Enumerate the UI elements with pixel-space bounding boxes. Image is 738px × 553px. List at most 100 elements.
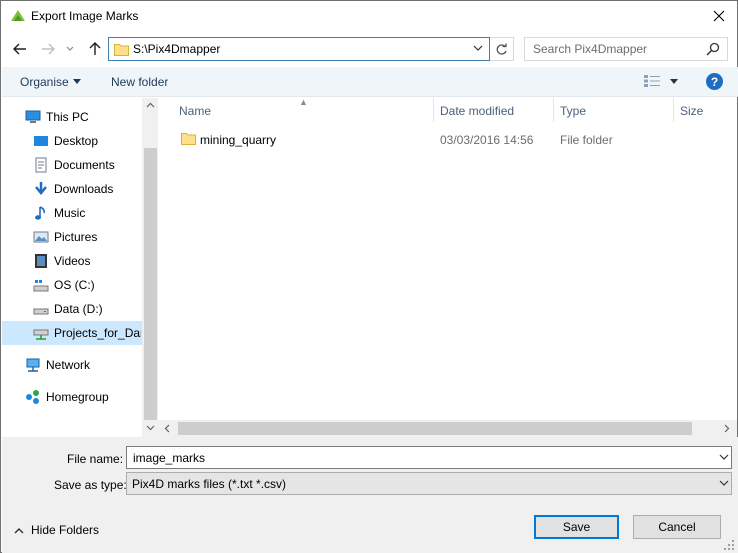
search-icon <box>706 42 720 56</box>
chevron-right-icon[interactable] <box>724 424 730 433</box>
title-bar: Export Image Marks <box>1 1 737 32</box>
address-bar[interactable]: S:\Pix4Dmapper <box>108 37 490 61</box>
chevron-left-icon[interactable] <box>164 424 170 433</box>
refresh-icon <box>496 43 507 55</box>
column-header-size[interactable]: Size <box>680 104 703 118</box>
column-divider[interactable] <box>553 98 554 122</box>
os-drive-icon <box>33 280 49 292</box>
pictures-icon <box>33 231 49 243</box>
nav-item-label: Music <box>54 206 86 220</box>
search-placeholder: Search Pix4Dmapper <box>533 42 648 56</box>
save-button[interactable]: Save <box>534 515 619 539</box>
sort-ascending-icon: ▲ <box>299 97 308 107</box>
chevron-up-icon[interactable] <box>146 102 155 108</box>
forward-button[interactable] <box>38 38 58 60</box>
file-date-modified: 03/03/2016 14:56 <box>440 133 534 147</box>
nav-item-label: Desktop <box>54 134 99 148</box>
column-divider[interactable] <box>433 98 434 122</box>
hide-folders-toggle[interactable]: Hide Folders <box>14 523 99 537</box>
chevron-down-icon <box>66 46 74 51</box>
nav-item-pictures[interactable]: Pictures <box>33 226 97 248</box>
chevron-down-icon[interactable] <box>146 425 155 431</box>
close-button[interactable] <box>701 1 737 31</box>
up-button[interactable] <box>85 38 105 60</box>
nav-item-data-d[interactable]: Data (D:) <box>33 298 103 320</box>
horizontal-scrollbar[interactable] <box>158 420 737 437</box>
refresh-button[interactable] <box>490 37 514 61</box>
nav-scroll-thumb[interactable] <box>144 148 157 420</box>
app-icon <box>11 10 25 21</box>
column-header-name[interactable]: Name <box>179 104 211 118</box>
chevron-down-icon[interactable] <box>719 453 729 461</box>
file-name-label: File name: <box>67 452 124 466</box>
documents-icon <box>35 157 47 173</box>
command-toolbar: Organise New folder ? <box>2 67 738 97</box>
folder-icon <box>181 133 196 145</box>
save-as-type-value: Pix4D marks files (*.txt *.csv) <box>132 477 287 491</box>
column-header-type[interactable]: Type <box>560 104 586 118</box>
nav-item-label: Network <box>46 358 91 372</box>
view-options-icon[interactable] <box>643 74 661 88</box>
chevron-down-icon[interactable] <box>719 479 729 487</box>
caret-down-icon <box>73 79 81 84</box>
nav-item-downloads[interactable]: Downloads <box>33 178 113 200</box>
help-icon[interactable]: ? <box>706 73 723 90</box>
nav-item-label: OS (C:) <box>54 278 95 292</box>
nav-item-label: Pictures <box>54 230 98 244</box>
computer-icon <box>25 110 41 123</box>
navigation-pane: This PC Desktop Documents Downloads Musi… <box>2 98 159 437</box>
file-type: File folder <box>560 133 613 147</box>
drive-icon <box>33 308 49 315</box>
network-drive-icon <box>33 329 49 340</box>
chevron-up-icon <box>14 527 24 533</box>
file-name-field[interactable]: image_marks <box>126 446 732 469</box>
list-item[interactable]: mining_quarry 03/03/2016 14:56 File fold… <box>173 129 729 149</box>
horizontal-scroll-thumb[interactable] <box>178 422 692 435</box>
network-icon <box>26 358 40 372</box>
nav-item-label: Downloads <box>54 182 114 196</box>
arrow-left-icon <box>13 43 26 55</box>
close-icon <box>713 10 725 22</box>
new-folder-button[interactable]: New folder <box>111 75 168 89</box>
column-divider[interactable] <box>673 98 674 122</box>
file-name-value: image_marks <box>133 451 206 465</box>
hide-folders-label: Hide Folders <box>31 523 100 537</box>
back-button[interactable] <box>10 38 30 60</box>
nav-item-videos[interactable]: Videos <box>33 250 90 272</box>
arrow-up-icon <box>89 42 101 55</box>
export-dialog-window: Export Image Marks S:\Pix4Dmapper Search… <box>0 0 738 553</box>
nav-item-label: Projects_for_Dar <box>54 326 141 340</box>
folder-icon <box>114 44 129 56</box>
nav-item-label: Documents <box>54 158 115 172</box>
column-header-date-modified[interactable]: Date modified <box>440 104 514 118</box>
nav-item-os-c[interactable]: OS (C:) <box>33 274 95 296</box>
desktop-icon <box>34 136 48 146</box>
nav-item-label: This PC <box>46 110 89 124</box>
search-input[interactable]: Search Pix4Dmapper <box>524 37 728 61</box>
nav-item-music[interactable]: Music <box>33 202 85 224</box>
nav-item-label: Videos <box>54 254 91 268</box>
address-path: S:\Pix4Dmapper <box>133 42 221 56</box>
nav-item-documents[interactable]: Documents <box>33 154 115 176</box>
recent-locations-button[interactable] <box>63 38 77 60</box>
chevron-down-icon[interactable] <box>473 44 483 52</box>
arrow-right-icon <box>42 43 55 55</box>
nav-item-desktop[interactable]: Desktop <box>33 130 98 152</box>
nav-item-projects[interactable]: Projects_for_Dar <box>33 322 141 344</box>
music-icon <box>35 206 45 220</box>
save-as-type-select[interactable]: Pix4D marks files (*.txt *.csv) <box>126 472 732 495</box>
nav-item-network[interactable]: Network <box>25 354 90 376</box>
nav-item-homegroup[interactable]: Homegroup <box>25 386 109 408</box>
caret-down-icon[interactable] <box>670 79 678 84</box>
cancel-button[interactable]: Cancel <box>633 515 721 539</box>
homegroup-icon <box>26 390 39 404</box>
downloads-icon <box>35 182 47 195</box>
nav-item-label: Homegroup <box>46 390 109 404</box>
videos-icon <box>35 254 47 268</box>
nav-item-label: Data (D:) <box>54 302 103 316</box>
file-name: mining_quarry <box>200 133 277 147</box>
resize-grip-icon[interactable] <box>723 539 735 551</box>
organise-menu[interactable]: Organise <box>20 75 69 89</box>
window-title: Export Image Marks <box>31 9 139 23</box>
nav-item-this-pc[interactable]: This PC <box>25 106 89 128</box>
